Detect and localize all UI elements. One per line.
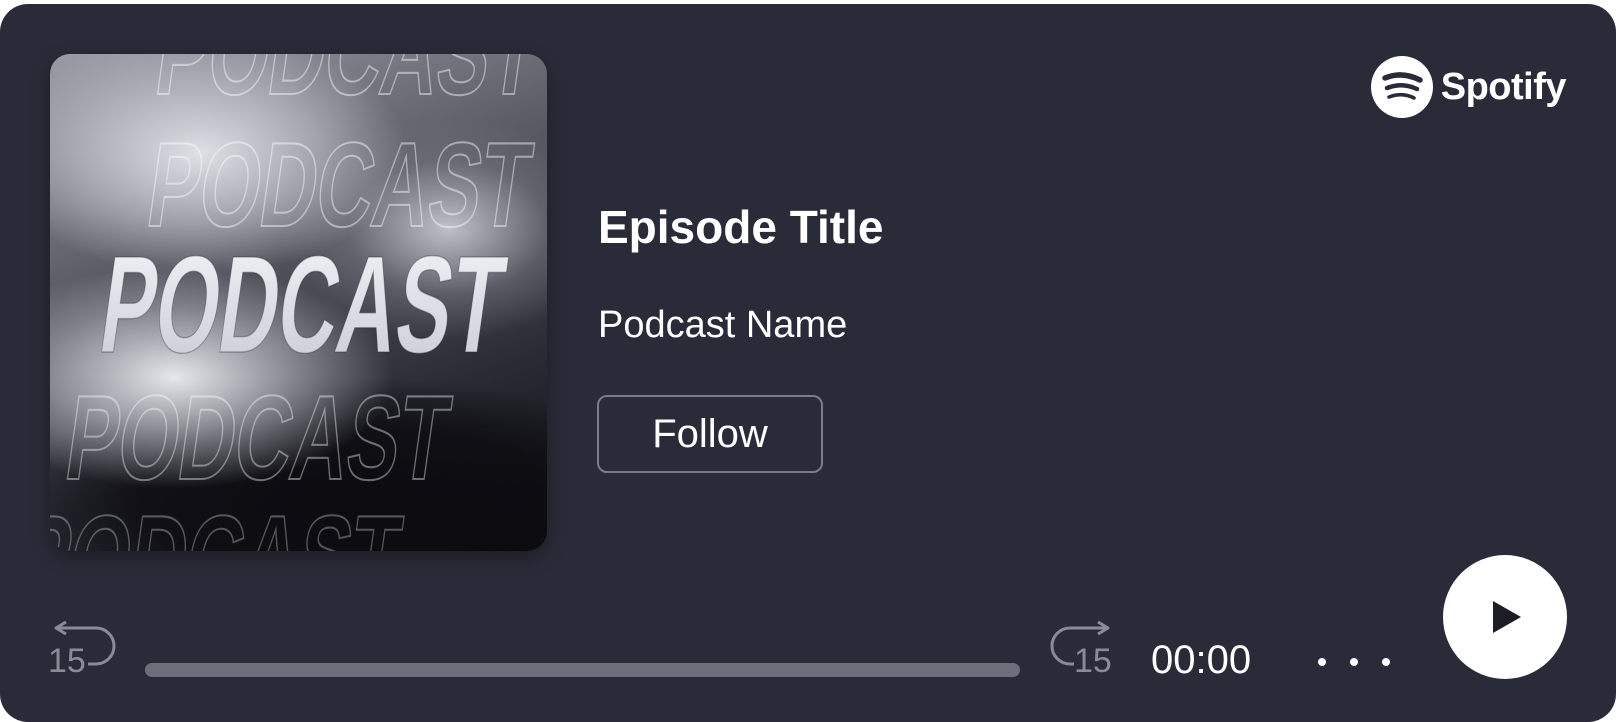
artwork-echo-bottom: PODCAST xyxy=(50,491,409,551)
skip-back-seconds: 15 xyxy=(48,642,86,680)
artwork-echo-top: PODCAST xyxy=(149,54,547,120)
artwork-echo-lower: PODCAST xyxy=(59,371,458,505)
skip-forward-seconds: 15 xyxy=(1074,642,1112,680)
skip-forward-15-icon: 15 xyxy=(1050,620,1112,680)
play-button[interactable] xyxy=(1443,555,1567,679)
more-dot xyxy=(1350,658,1358,666)
more-horizontal-icon xyxy=(1318,658,1326,666)
skip-back-15-icon: 15 xyxy=(48,620,116,680)
elapsed-time: 00:00 xyxy=(1151,638,1252,682)
skip-forward-button[interactable]: 15 xyxy=(1040,614,1120,684)
play-icon xyxy=(1493,601,1521,633)
podcast-embed-card: PODCAST PODCAST PODCAST PODCAST PODCAST … xyxy=(0,4,1616,722)
podcast-name[interactable]: Podcast Name xyxy=(598,304,847,347)
progress-bar[interactable] xyxy=(145,663,1020,677)
spotify-icon xyxy=(1370,56,1433,118)
artwork-graphic: PODCAST PODCAST PODCAST PODCAST PODCAST xyxy=(50,54,547,551)
more-dot xyxy=(1382,658,1390,666)
more-options-button[interactable] xyxy=(1318,644,1390,680)
spotify-logo[interactable]: Spotify xyxy=(1370,56,1567,118)
episode-title[interactable]: Episode Title xyxy=(598,200,883,254)
spotify-wordmark: Spotify xyxy=(1440,65,1567,108)
artwork-title-text: PODCAST xyxy=(92,228,514,382)
episode-artwork[interactable]: PODCAST PODCAST PODCAST PODCAST PODCAST xyxy=(50,54,547,551)
follow-button[interactable]: Follow xyxy=(597,395,823,473)
skip-back-button[interactable]: 15 xyxy=(44,614,124,684)
